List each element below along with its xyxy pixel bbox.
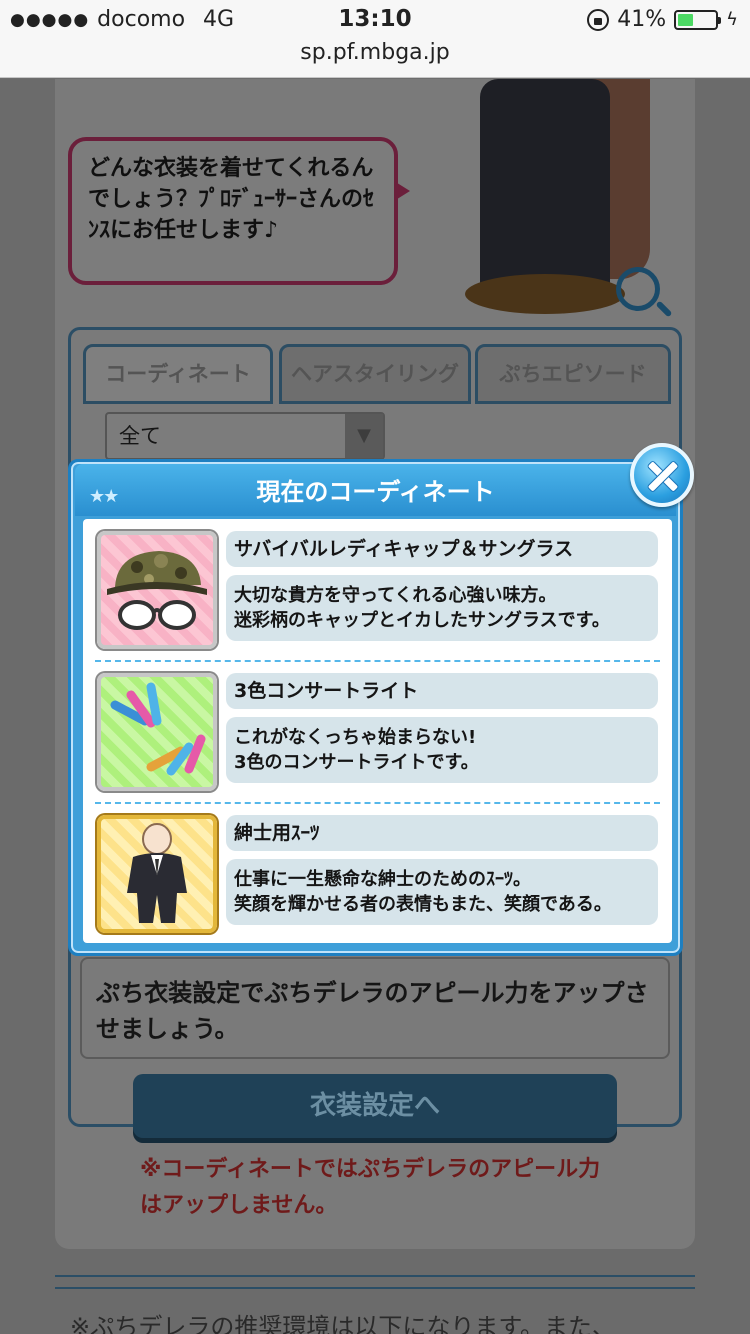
- filter-select[interactable]: 全て ▼: [105, 412, 385, 460]
- item-description: 仕事に一生懸命な紳士のためのｽｰﾂ。 笑顔を輝かせる者の表情もまた、笑顔である。: [226, 859, 658, 925]
- speech-bubble: どんな衣装を着せてくれるんでしょう？ﾌﾟﾛﾃﾞｭｰｻｰさんのｾﾝｽにお任せします…: [68, 137, 410, 285]
- item-description-line: 仕事に一生懸命な紳士のためのｽｰﾂ。: [234, 869, 531, 890]
- character-suit: [480, 79, 610, 294]
- cap-sunglasses-icon: [107, 551, 207, 630]
- item-description-line: 笑顔を輝かせる者の表情もまた、笑顔である。: [234, 894, 612, 915]
- item-description-line: これがなくっちゃ始まらない!: [234, 727, 477, 748]
- character-shadow: [465, 274, 625, 314]
- current-coordinate-modal: ★★ 現在のコーディネート サバイバルレディキャップ＆サングラス 大切な貴方を守…: [68, 443, 694, 956]
- suit-icon: [127, 823, 187, 923]
- costume-settings-button[interactable]: 衣装設定へ: [133, 1074, 617, 1138]
- appeal-text: ぷち衣装設定でぷちデレラのアピール力をアップさせましょう。: [96, 979, 649, 1043]
- divider-stars: [55, 1275, 695, 1289]
- status-right: 41% ϟ: [587, 7, 738, 32]
- item-name: 紳士用ｽｰﾂ: [226, 815, 658, 851]
- notice-text: ※コーディネートではぷちデレラのアピール力はアップしません。: [140, 1157, 601, 1218]
- gentleman-suit-thumbnail: [97, 815, 217, 933]
- tab-coordinate[interactable]: コーディネート: [83, 344, 273, 404]
- item-description: これがなくっちゃ始まらない! 3色のコンサートライトです。: [226, 717, 658, 783]
- tab-puchi-episode[interactable]: ぷちエピソード: [475, 344, 671, 404]
- item-description-line: 大切な貴方を守ってくれる心強い味方。: [234, 585, 557, 606]
- modal-title: 現在のコーディネート: [256, 478, 495, 506]
- chevron-down-icon: ▼: [345, 414, 383, 458]
- modal-body: サバイバルレディキャップ＆サングラス 大切な貴方を守ってくれる心強い味方。 迷彩…: [83, 519, 672, 943]
- close-button[interactable]: [630, 443, 694, 507]
- list-item: 3色コンサートライト これがなくっちゃ始まらない! 3色のコンサートライトです。: [83, 661, 672, 801]
- status-bar: ●●●●● docomo 4G 13:10 41% ϟ: [0, 0, 750, 40]
- item-description: 大切な貴方を守ってくれる心強い味方。 迷彩柄のキャップとイカしたサングラスです。: [226, 575, 658, 641]
- footer-text: ※ぷちデレラの推奨環境は以下になります。また、: [70, 1313, 616, 1334]
- zoom-icon[interactable]: [616, 267, 660, 311]
- battery-icon: [674, 9, 722, 30]
- url-text: sp.pf.mbga.jp: [300, 40, 450, 65]
- list-item: 紳士用ｽｰﾂ 仕事に一生懸命な紳士のためのｽｰﾂ。 笑顔を輝かせる者の表情もまた…: [83, 803, 672, 943]
- charging-icon: ϟ: [726, 9, 738, 30]
- battery-percent: 41%: [617, 7, 667, 32]
- filter-select-value: 全て: [119, 424, 161, 448]
- list-item: サバイバルレディキャップ＆サングラス 大切な貴方を守ってくれる心強い味方。 迷彩…: [83, 519, 672, 659]
- cap-sunglasses-thumbnail: [97, 531, 217, 649]
- rotation-lock-icon: [587, 8, 610, 31]
- item-description-line: 3色のコンサートライトです。: [234, 752, 479, 773]
- item-name: 3色コンサートライト: [226, 673, 658, 709]
- modal-header: ★★ 現在のコーディネート: [75, 464, 676, 516]
- url-bar[interactable]: sp.pf.mbga.jp: [0, 40, 750, 78]
- tab-hair-styling[interactable]: ヘアスタイリング: [279, 344, 471, 404]
- item-name: サバイバルレディキャップ＆サングラス: [226, 531, 658, 567]
- item-description-line: 迷彩柄のキャップとイカしたサングラスです。: [234, 610, 610, 631]
- concert-light-thumbnail: [97, 673, 217, 791]
- glowstick-icon: [110, 682, 206, 776]
